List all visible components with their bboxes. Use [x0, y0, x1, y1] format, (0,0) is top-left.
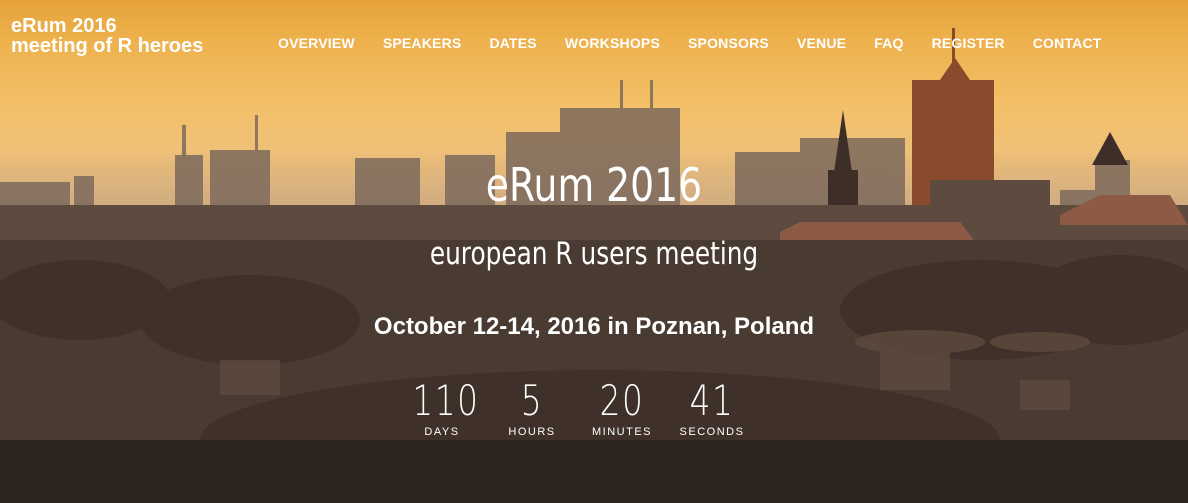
countdown-minutes-value: 20 — [599, 376, 645, 425]
brand-tagline: meeting of R heroes — [11, 35, 204, 57]
countdown-hours-value: 5 — [520, 376, 544, 425]
nav-venue[interactable]: VENUE — [797, 35, 846, 51]
site-brand[interactable]: eRum 2016 meeting of R heroes — [11, 16, 203, 56]
countdown-days-label: DAYS — [424, 426, 460, 438]
nav-register[interactable]: REGISTER — [932, 35, 1005, 51]
countdown-seconds-value: 41 — [689, 376, 735, 425]
countdown-timer: 110 DAYS 5 HOURS 20 MINUTES 41 SECONDS — [404, 376, 750, 439]
nav-sponsors[interactable]: SPONSORS — [688, 35, 769, 51]
countdown-seconds-label: SECONDS — [679, 426, 745, 438]
hero-subtitle: european R users meeting — [429, 236, 759, 272]
nav-workshops[interactable]: WORKSHOPS — [565, 35, 660, 51]
countdown-days: 110 DAYS — [404, 376, 480, 439]
main-nav: OVERVIEW SPEAKERS DATES WORKSHOPS SPONSO… — [278, 35, 1102, 51]
countdown-hours-label: HOURS — [508, 426, 556, 438]
event-date-location: October 12-14, 2016 in Poznan, Poland — [373, 313, 815, 340]
countdown-seconds: 41 SECONDS — [674, 376, 750, 439]
countdown-days-value: 110 — [412, 376, 480, 425]
countdown-minutes: 20 MINUTES — [584, 376, 660, 439]
hero-title: eRum 2016 — [485, 158, 703, 212]
brand-title: eRum 2016 — [11, 15, 117, 37]
countdown-minutes-label: MINUTES — [592, 426, 652, 438]
nav-contact[interactable]: CONTACT — [1033, 35, 1102, 51]
nav-dates[interactable]: DATES — [489, 35, 536, 51]
nav-overview[interactable]: OVERVIEW — [278, 35, 355, 51]
nav-speakers[interactable]: SPEAKERS — [383, 35, 462, 51]
countdown-hours: 5 HOURS — [494, 376, 570, 439]
nav-faq[interactable]: FAQ — [874, 35, 903, 51]
